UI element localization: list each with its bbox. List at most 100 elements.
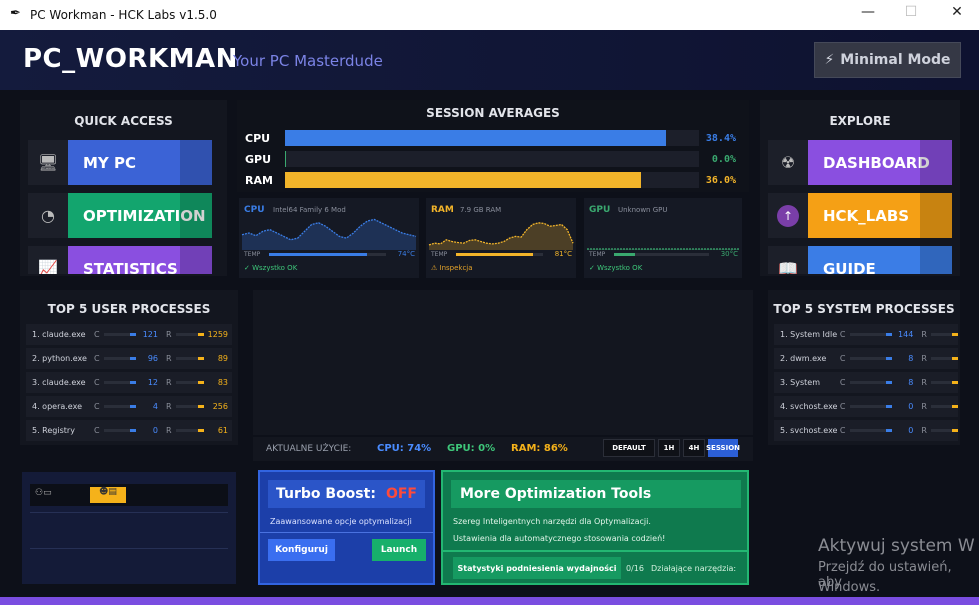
session-bar-label: CPU [245, 131, 271, 145]
process-c-label: C [94, 378, 100, 387]
monitor-card-gpu: GPU Unknown GPU TEMP 30°C ✓ Wszystko OK [584, 198, 742, 278]
optimization-label: OPTIMIZATION [68, 193, 212, 238]
process-r-label: R [921, 330, 927, 339]
process-r-label: R [921, 378, 927, 387]
process-c-label: C [94, 354, 100, 363]
process-ram: 89 [217, 354, 228, 363]
process-cpu-bar [104, 429, 136, 432]
process-c-label: C [839, 426, 846, 435]
process-cpu-bar [104, 381, 136, 384]
process-name: 5. svchost.exe [780, 426, 838, 435]
process-row[interactable]: 3. claude.exe C 12 R 83 [26, 372, 232, 393]
process-cpu-bar [849, 357, 892, 360]
keyboard-icon[interactable]: ☻▤ [90, 487, 126, 503]
quick-access-panel: QUICK ACCESS 🖥 MY PC ◔ OPTIMIZATION 📈 ST… [20, 100, 227, 276]
process-ram: 61 [217, 426, 228, 435]
process-row[interactable]: 3. System C 8 R [774, 372, 958, 393]
process-row[interactable]: 2. python.exe C 96 R 89 [26, 348, 232, 369]
dashboard-label: DASHBOARD [808, 140, 952, 185]
quick-access-statistics[interactable]: 📈 STATISTICS [28, 246, 212, 274]
process-row[interactable]: 4. svchost.exe C 0 R [774, 396, 958, 417]
session-bar-pct: 0.0% [711, 153, 736, 165]
process-r-label: R [166, 426, 172, 435]
tools-count: 0/16 [626, 564, 644, 573]
feather-icon: ✒ [10, 6, 21, 21]
process-row[interactable]: 1. System Idle PrC 144 R [774, 324, 958, 345]
process-name: 3. claude.exe [32, 378, 86, 387]
tab-1h[interactable]: 1H [658, 439, 680, 457]
process-r-label: R [166, 402, 172, 411]
process-name: 1. claude.exe [32, 330, 86, 339]
stats-button[interactable]: Statystyki podniesienia wydajności [453, 557, 621, 579]
process-c-label: C [839, 330, 846, 339]
tab-session[interactable]: SESSION [706, 439, 740, 457]
process-ram-bar [930, 381, 958, 384]
quick-access-title: QUICK ACCESS [74, 114, 173, 128]
maximize-button[interactable]: ☐ [896, 4, 926, 20]
process-ram-bar [176, 405, 204, 408]
process-row[interactable]: 5. svchost.exe C 0 R [774, 420, 958, 441]
process-name: 3. System [780, 378, 821, 387]
window-title: PC Workman - HCK Labs v1.5.0 [30, 8, 217, 22]
session-bar-gpu: GPU 0.0% [245, 151, 736, 167]
process-row[interactable]: 1. claude.exe C 121 R 1259 [26, 324, 232, 345]
card-sparkline [587, 248, 739, 250]
optimization-tools-panel: More Optimization Tools Szereg Inteligen… [441, 470, 749, 585]
process-cpu: 144 [898, 330, 914, 339]
history-chart-area [253, 290, 753, 435]
system-processes-title: TOP 5 SYSTEM PROCESSES [773, 302, 955, 316]
process-row[interactable]: 4. opera.exe C 4 R 256 [26, 396, 232, 417]
process-row[interactable]: 5. Registry C 0 R 61 [26, 420, 232, 441]
activation-watermark-title: Aktywuj system W [818, 536, 975, 556]
launch-button[interactable]: Launch [372, 539, 426, 561]
process-cpu-bar [104, 333, 136, 336]
usage-bar: AKTUALNE UŻYCIE: CPU: 74% GPU: 0% RAM: 8… [253, 437, 753, 461]
process-r-label: R [921, 354, 927, 363]
minimal-mode-button[interactable]: ⚡ Minimal Mode [814, 42, 961, 78]
close-button[interactable]: ✕ [942, 4, 972, 20]
session-title: SESSION AVERAGES [426, 106, 560, 120]
tools-title: More Optimization Tools [460, 486, 652, 502]
process-cpu-bar [104, 357, 136, 360]
card-temp-fill [456, 253, 533, 256]
process-ram-bar [930, 333, 958, 336]
monitor-icon: 🖥 [28, 140, 68, 185]
minimal-mode-label: Minimal Mode [840, 52, 951, 68]
tray-header: ⚇▭ ☻▤ [30, 484, 228, 506]
minimize-button[interactable]: — [853, 4, 883, 20]
card-temp-label: TEMP [244, 251, 261, 258]
explore-guide[interactable]: 📖 GUIDE [768, 246, 952, 274]
process-cpu: 96 [147, 354, 158, 363]
tab-default[interactable]: DEFAULT [603, 439, 655, 457]
card-sparkline [241, 218, 417, 250]
process-row[interactable]: 2. dwm.exe C 8 R [774, 348, 958, 369]
card-temp-value: 30°C [720, 250, 738, 258]
tab-4h[interactable]: 4H [683, 439, 705, 457]
session-bar-track [285, 151, 699, 167]
usage-label: AKTUALNE UŻYCIE: [266, 444, 352, 454]
quick-access-my-pc[interactable]: 🖥 MY PC [28, 140, 212, 185]
card-temp-track [614, 253, 709, 256]
turbo-title: Turbo Boost: [276, 486, 376, 502]
configure-button[interactable]: Konfiguruj [268, 539, 335, 561]
session-bar-track [285, 130, 699, 146]
session-bar-ram: RAM 36.0% [245, 172, 736, 188]
process-ram: 256 [212, 402, 228, 411]
card-sparkline [428, 222, 574, 250]
process-name: 2. dwm.exe [780, 354, 827, 363]
quick-access-optimization[interactable]: ◔ OPTIMIZATION [28, 193, 212, 238]
process-c-label: C [839, 402, 846, 411]
process-cpu: 0 [908, 402, 914, 411]
process-cpu: 121 [142, 330, 158, 339]
turbo-header: Turbo Boost: OFF [268, 480, 425, 508]
process-name: 4. opera.exe [32, 402, 82, 411]
card-temp-track [456, 253, 543, 256]
gauge-icon: ◔ [28, 193, 68, 238]
process-r-label: R [166, 330, 172, 339]
explore-dashboard[interactable]: ☢ DASHBOARD [768, 140, 952, 185]
process-ram-bar [930, 357, 958, 360]
turbo-state[interactable]: OFF [386, 486, 417, 502]
explore-hck-labs[interactable]: ↑ HCK_LABS [768, 193, 952, 238]
arrow-up-icon: ↑ [768, 193, 808, 238]
process-ram: 1259 [207, 330, 228, 339]
